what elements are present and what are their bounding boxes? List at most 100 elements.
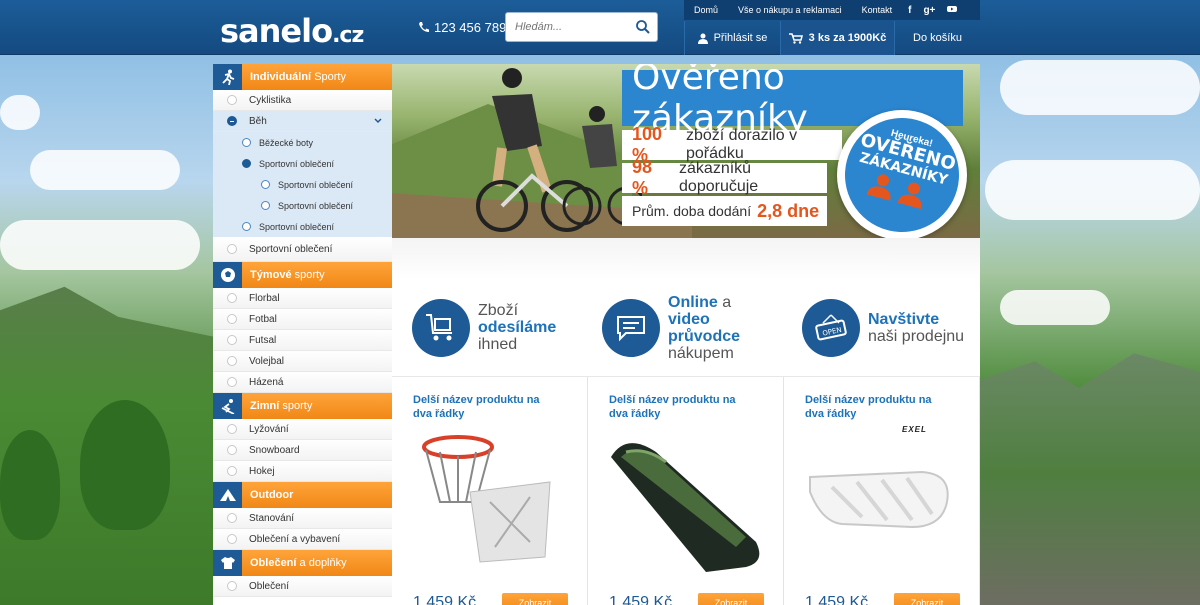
sidebar-item-label: Běh <box>249 115 267 127</box>
product-price: 1 459 Kč <box>609 594 673 605</box>
bullet-icon <box>227 513 237 523</box>
cloud <box>1000 290 1110 325</box>
category-title: Zimní <box>250 400 280 412</box>
product-name[interactable]: Delší název produktu na dva řádky <box>805 393 945 421</box>
nav-contact[interactable]: Kontakt <box>852 5 903 15</box>
sidebar-item-label: Snowboard <box>249 444 300 456</box>
sidebar-item-hokej[interactable]: Hokej <box>213 461 392 482</box>
bullet-icon <box>242 159 251 168</box>
main-content: Ověřeno zákazníky 100 % zboží dorazilo v … <box>392 64 980 605</box>
sidebar-item-label: Oblečení a vybavení <box>249 533 341 545</box>
feature-line: Navštivte <box>868 310 940 328</box>
show-product-button[interactable]: Zobrazit <box>502 593 568 605</box>
bullet-icon <box>227 95 237 105</box>
category-individual-sports[interactable]: Individuální Sporty <box>213 64 392 90</box>
facebook-icon[interactable]: f <box>902 5 917 16</box>
category-title: Individuální <box>250 71 312 83</box>
bullet-icon <box>227 314 237 324</box>
cyclists-image <box>476 68 642 232</box>
banner-stat-3: Prům. doba dodání 2,8 dne <box>622 196 827 226</box>
promo-banner[interactable]: Ověřeno zákazníky 100 % zboží dorazilo v … <box>392 64 980 238</box>
sidebar-item-florbal[interactable]: Florbal <box>213 288 392 309</box>
tree <box>0 430 60 540</box>
sidebar-item-beh[interactable]: Běh <box>213 111 392 132</box>
login-button[interactable]: Přihlásit se <box>684 21 780 55</box>
sidebar-item-futsal[interactable]: Futsal <box>213 330 392 351</box>
bullet-icon <box>227 377 237 387</box>
show-product-button[interactable]: Zobrazit <box>698 593 764 605</box>
product-card[interactable]: Delší název produktu na dva řádky 1 459 … <box>392 377 588 605</box>
product-card[interactable]: Delší název produktu na dva řádky EXEL 1… <box>784 377 980 605</box>
category-outdoor[interactable]: Outdoor <box>213 482 392 508</box>
youtube-icon[interactable] <box>941 4 963 17</box>
category-team-sports[interactable]: Týmové sporty <box>213 262 392 288</box>
sidebar-subitem[interactable]: Běžecké boty <box>213 132 392 153</box>
sidebar-item-stanovani[interactable]: Stanování <box>213 508 392 529</box>
sidebar-item-obleceni[interactable]: Oblečení <box>213 576 392 597</box>
sidebar-subitem-label: Sportovní oblečení <box>259 221 335 232</box>
sidebar-item-snowboard[interactable]: Snowboard <box>213 440 392 461</box>
google-plus-icon[interactable]: g+ <box>917 5 941 16</box>
sidebar-item-lyzovani[interactable]: Lyžování <box>213 419 392 440</box>
feature-online-guide[interactable]: Online a video průvodce nákupem <box>582 280 782 375</box>
sidebar-subitem[interactable]: Sportovní oblečení <box>213 216 392 237</box>
search-input[interactable] <box>506 13 626 41</box>
cart-summary[interactable]: 3 ks za 1900Kč <box>780 21 894 55</box>
sidebar-item-cyclistika[interactable]: Cyklistika <box>213 90 392 111</box>
bullet-icon <box>227 424 237 434</box>
product-name[interactable]: Delší název produktu na dva řádky <box>609 393 749 421</box>
category-title: Oblečení <box>250 557 297 569</box>
nav-home[interactable]: Domů <box>684 5 728 15</box>
cart-icon <box>788 32 803 44</box>
top-navigation: Domů Vše o nákupu a reklamaci Kontakt f … <box>684 0 980 20</box>
sidebar-item-label: Lyžování <box>249 423 289 435</box>
nav-shopping-info[interactable]: Vše o nákupu a reklamaci <box>728 5 852 15</box>
sidebar-item-hazena[interactable]: Házená <box>213 372 392 393</box>
product-card[interactable]: Delší název produktu na dva řádky 1 459 … <box>588 377 784 605</box>
cart-summary-text: 3 ks za 1900Kč <box>808 32 887 44</box>
feature-store[interactable]: OPEN Navštivte naši prodejnu <box>782 280 980 375</box>
category-sidebar: Individuální Sporty Cyklistika Běh Běžec… <box>213 64 392 605</box>
bullet-icon <box>261 201 270 210</box>
category-subtitle: sporty <box>294 269 325 281</box>
sidebar-subitem[interactable]: Sportovní oblečení <box>213 195 392 216</box>
sidebar-subitem[interactable]: Sportovní oblečení <box>213 153 392 174</box>
bullet-icon <box>227 293 237 303</box>
phone-text: 123 456 789 <box>434 20 507 35</box>
sidebar-item-fotbal[interactable]: Fotbal <box>213 309 392 330</box>
to-cart-button[interactable]: Do košíku <box>894 21 980 55</box>
search-icon[interactable] <box>635 19 651 35</box>
sidebar-subitem-label: Sportovní oblečení <box>278 200 354 211</box>
stat-value: 2,8 dne <box>757 200 820 221</box>
bullet-icon <box>227 466 237 476</box>
login-label: Přihlásit se <box>713 32 768 44</box>
category-winter-sports[interactable]: Zimní sporty <box>213 393 392 419</box>
to-cart-label: Do košíku <box>913 32 962 44</box>
logo[interactable]: sanelo.cz <box>220 12 364 50</box>
sidebar-subitem-label: Sportovní oblečení <box>278 179 354 190</box>
sidebar-item[interactable]: Sportovní oblečení <box>213 237 392 262</box>
sidebar-item-volejbal[interactable]: Volejbal <box>213 351 392 372</box>
skier-icon <box>213 393 242 419</box>
category-clothes[interactable]: Oblečení a doplňky <box>213 550 392 576</box>
category-title: Outdoor <box>250 489 294 501</box>
product-name[interactable]: Delší název produktu na dva řádky <box>413 393 553 421</box>
sidebar-item-label: Cyklistika <box>249 94 292 106</box>
header-bar: sanelo.cz 123 456 789 Domů Vše o nákupu … <box>0 0 1200 55</box>
user-icon <box>697 33 708 44</box>
feature-line: a <box>717 293 732 311</box>
verified-badge: Heureka! OVĚŘENO ZÁKAZNÍKY <box>832 105 972 238</box>
sidebar-subitem[interactable]: Sportovní oblečení <box>213 174 392 195</box>
cart-package-icon <box>412 298 470 357</box>
category-title: Týmové <box>250 269 292 281</box>
sidebar-item-obleceni-vybaveni[interactable]: Oblečení a vybavení <box>213 529 392 550</box>
tree <box>80 400 170 530</box>
feature-shipping[interactable]: Zboží odesíláme ihned <box>392 280 582 375</box>
cloud <box>0 220 200 270</box>
running-icon <box>213 64 242 90</box>
bullet-icon <box>261 180 270 189</box>
show-product-button[interactable]: Zobrazit <box>894 593 960 605</box>
bullet-icon <box>242 222 251 231</box>
banner-stat-1: 100 % zboží dorazilo v pořádku <box>622 124 842 165</box>
feature-line: Online <box>668 293 718 311</box>
